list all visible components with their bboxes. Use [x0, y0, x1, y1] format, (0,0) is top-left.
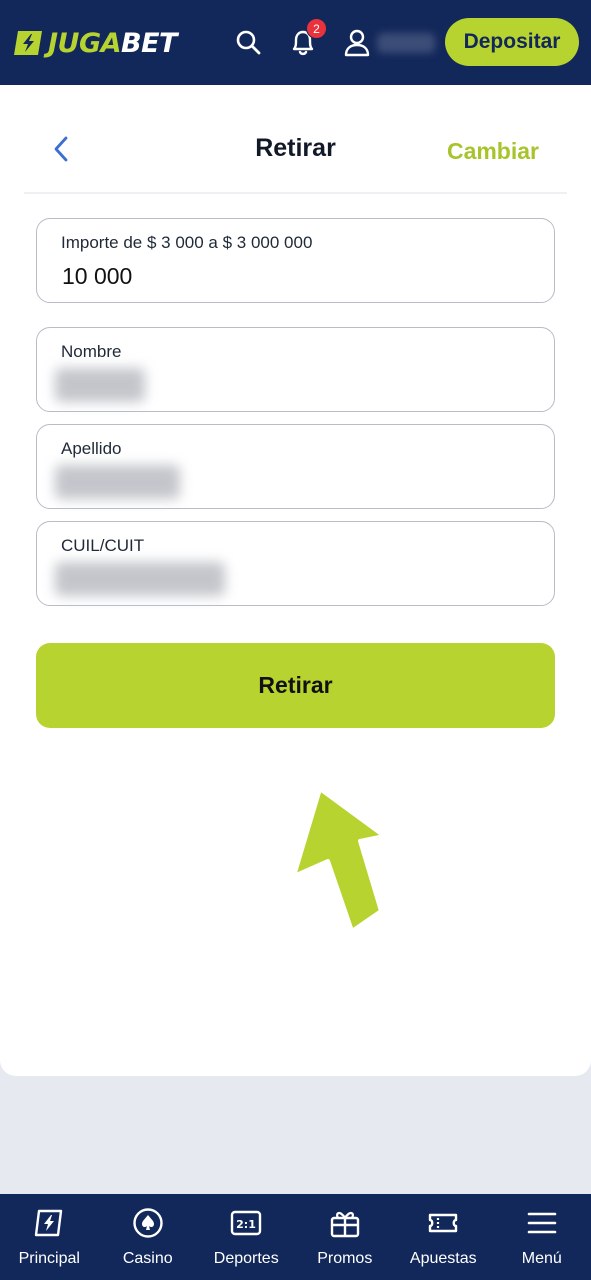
top-header: JUGABET 2 Depositar [0, 0, 591, 85]
last-name-label: Apellido [61, 439, 122, 458]
hamburger-icon [527, 1212, 557, 1234]
logo-text-juga: JUGA [48, 27, 122, 59]
user-balance-redacted [377, 33, 435, 53]
first-name-redacted[interactable] [55, 368, 145, 402]
search-icon[interactable] [233, 26, 263, 58]
ticket-icon [429, 1213, 458, 1233]
jugabet-logo[interactable]: JUGABET [12, 28, 177, 59]
user-icon[interactable] [342, 26, 372, 58]
first-name-field[interactable]: Nombre [36, 327, 555, 412]
lightning-icon [35, 1209, 63, 1237]
logo-bolt-icon [14, 31, 42, 55]
nav-item-deportes[interactable]: 2:1 Deportes [197, 1194, 296, 1280]
last-name-field[interactable]: Apellido [36, 424, 555, 509]
cuil-field[interactable]: CUIL/CUIT [36, 521, 555, 606]
withdraw-card: Retirar Cambiar Importe de $ 3 000 a $ 3… [0, 85, 591, 1076]
nav-item-principal[interactable]: Principal [0, 1194, 99, 1280]
nav-item-casino[interactable]: Casino [99, 1194, 198, 1280]
bottom-nav: Principal Casino 2:1 Deportes Promos Apu… [0, 1194, 591, 1280]
logo-text-bet: BET [121, 27, 177, 59]
nav-item-menu[interactable]: Menú [493, 1194, 591, 1280]
withdraw-submit-button[interactable]: Retirar [36, 643, 555, 728]
header-divider [24, 192, 567, 194]
nav-item-apuestas[interactable]: Apuestas [394, 1194, 493, 1280]
nav-label-principal: Principal [18, 1250, 80, 1267]
nav-label-apuestas: Apuestas [409, 1250, 477, 1267]
cuil-redacted[interactable] [55, 562, 225, 596]
amount-input[interactable]: 10 000 [62, 263, 132, 290]
last-name-redacted[interactable] [55, 465, 180, 499]
amount-field[interactable]: Importe de $ 3 000 a $ 3 000 000 10 000 [36, 218, 555, 303]
nav-label-casino: Casino [122, 1250, 173, 1267]
scoreboard-icon: 2:1 [231, 1210, 262, 1236]
gift-icon [330, 1212, 359, 1238]
cuil-label: CUIL/CUIT [61, 536, 145, 555]
change-method-link[interactable]: Cambiar [447, 138, 539, 165]
svg-text:2:1: 2:1 [236, 1218, 256, 1231]
nav-item-promos[interactable]: Promos [296, 1194, 395, 1280]
deposit-button[interactable]: Depositar [445, 18, 579, 66]
spade-chip-icon [133, 1208, 163, 1238]
logo-text: JUGABET [48, 28, 177, 59]
nav-label-promos: Promos [317, 1250, 373, 1267]
amount-label: Importe de $ 3 000 a $ 3 000 000 [61, 233, 313, 252]
pointer-arrow-icon [292, 789, 386, 933]
nav-label-deportes: Deportes [213, 1250, 279, 1267]
first-name-label: Nombre [61, 342, 122, 361]
nav-label-menu: Menú [521, 1250, 562, 1267]
notification-badge: 2 [306, 18, 327, 39]
